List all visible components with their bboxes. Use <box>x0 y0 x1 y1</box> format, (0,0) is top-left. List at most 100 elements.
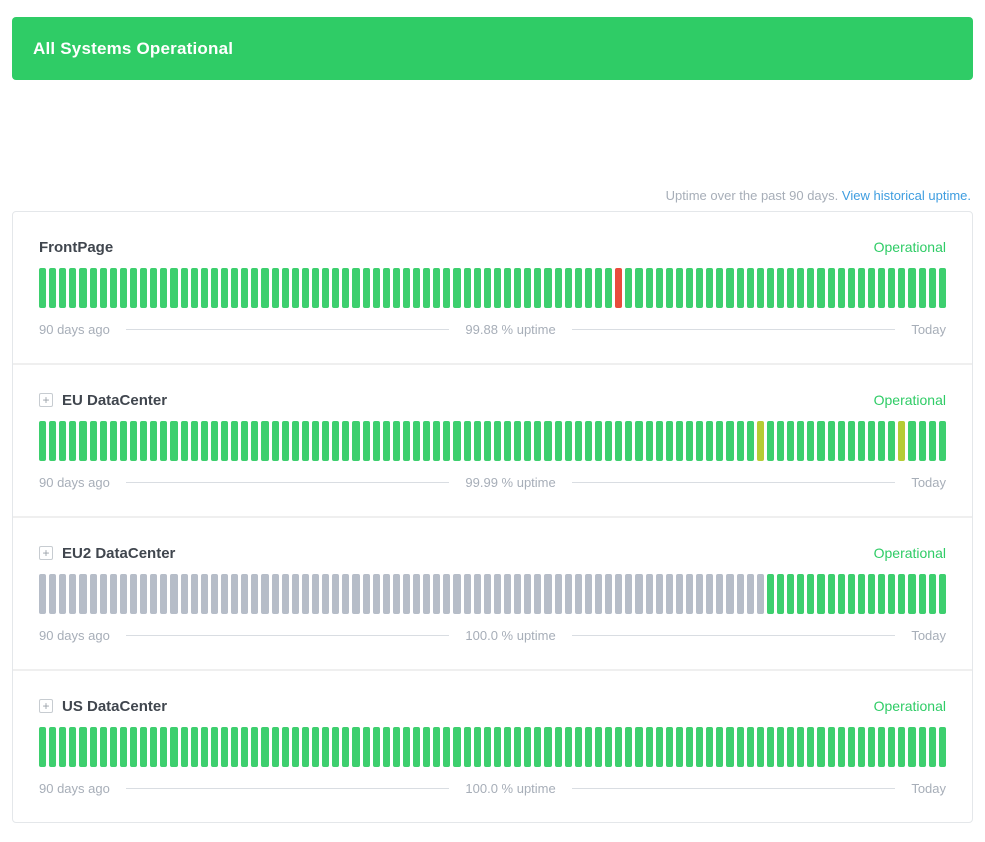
uptime-bar[interactable] <box>888 268 895 308</box>
uptime-bar[interactable] <box>251 727 258 767</box>
uptime-bar[interactable] <box>464 574 471 614</box>
uptime-bar[interactable] <box>191 574 198 614</box>
uptime-bar[interactable] <box>737 727 744 767</box>
uptime-bar[interactable] <box>191 727 198 767</box>
uptime-bar[interactable] <box>585 268 592 308</box>
uptime-bar[interactable] <box>302 268 309 308</box>
uptime-bar[interactable] <box>413 574 420 614</box>
uptime-bar[interactable] <box>534 268 541 308</box>
uptime-bar[interactable] <box>817 727 824 767</box>
uptime-bar[interactable] <box>726 727 733 767</box>
uptime-bar[interactable] <box>747 574 754 614</box>
uptime-bar[interactable] <box>251 574 258 614</box>
uptime-bar[interactable] <box>888 727 895 767</box>
uptime-bar[interactable] <box>494 268 501 308</box>
uptime-bar[interactable] <box>696 421 703 461</box>
uptime-bar[interactable] <box>231 421 238 461</box>
uptime-bar[interactable] <box>878 727 885 767</box>
uptime-bar[interactable] <box>838 574 845 614</box>
uptime-bar[interactable] <box>59 574 66 614</box>
uptime-bar[interactable] <box>100 268 107 308</box>
uptime-bar[interactable] <box>433 727 440 767</box>
uptime-bar[interactable] <box>191 268 198 308</box>
uptime-bar[interactable] <box>605 574 612 614</box>
uptime-bar[interactable] <box>292 421 299 461</box>
uptime-bar[interactable] <box>90 727 97 767</box>
uptime-bar[interactable] <box>474 421 481 461</box>
uptime-bar[interactable] <box>484 574 491 614</box>
uptime-bar[interactable] <box>787 574 794 614</box>
uptime-bar[interactable] <box>120 727 127 767</box>
uptime-bar[interactable] <box>464 268 471 308</box>
uptime-bar[interactable] <box>868 268 875 308</box>
uptime-bar[interactable] <box>615 268 622 308</box>
uptime-bar[interactable] <box>716 574 723 614</box>
uptime-bar[interactable] <box>747 268 754 308</box>
uptime-bar[interactable] <box>332 421 339 461</box>
uptime-bar[interactable] <box>272 421 279 461</box>
uptime-bar[interactable] <box>474 574 481 614</box>
uptime-bar[interactable] <box>211 268 218 308</box>
uptime-bar[interactable] <box>656 574 663 614</box>
uptime-bar[interactable] <box>646 421 653 461</box>
uptime-bar[interactable] <box>757 727 764 767</box>
uptime-bar[interactable] <box>443 421 450 461</box>
uptime-bar[interactable] <box>322 574 329 614</box>
uptime-bar[interactable] <box>140 268 147 308</box>
uptime-bar[interactable] <box>393 268 400 308</box>
uptime-bar[interactable] <box>241 421 248 461</box>
uptime-bar[interactable] <box>686 421 693 461</box>
uptime-bar[interactable] <box>383 727 390 767</box>
uptime-bar[interactable] <box>828 268 835 308</box>
uptime-bar[interactable] <box>919 421 926 461</box>
uptime-bar[interactable] <box>90 421 97 461</box>
uptime-bar[interactable] <box>555 727 562 767</box>
uptime-bar[interactable] <box>656 268 663 308</box>
uptime-bar[interactable] <box>544 268 551 308</box>
uptime-bar[interactable] <box>443 268 450 308</box>
uptime-bar[interactable] <box>797 268 804 308</box>
uptime-bar[interactable] <box>332 574 339 614</box>
uptime-bar[interactable] <box>737 268 744 308</box>
uptime-bar[interactable] <box>494 727 501 767</box>
uptime-bar[interactable] <box>49 727 56 767</box>
uptime-bar[interactable] <box>625 421 632 461</box>
uptime-bar[interactable] <box>383 574 390 614</box>
uptime-bar[interactable] <box>312 574 319 614</box>
uptime-bar[interactable] <box>635 421 642 461</box>
uptime-bar[interactable] <box>373 268 380 308</box>
uptime-bar[interactable] <box>272 727 279 767</box>
uptime-bar[interactable] <box>403 421 410 461</box>
uptime-bar[interactable] <box>140 574 147 614</box>
uptime-bar[interactable] <box>342 421 349 461</box>
uptime-bar[interactable] <box>433 574 440 614</box>
uptime-bar[interactable] <box>908 727 915 767</box>
uptime-bar[interactable] <box>585 727 592 767</box>
uptime-bar[interactable] <box>403 268 410 308</box>
uptime-bar[interactable] <box>878 421 885 461</box>
uptime-bar[interactable] <box>565 727 572 767</box>
uptime-bar[interactable] <box>332 727 339 767</box>
uptime-bar[interactable] <box>787 268 794 308</box>
uptime-bar[interactable] <box>39 574 46 614</box>
uptime-bar[interactable] <box>555 421 562 461</box>
uptime-bar[interactable] <box>453 421 460 461</box>
uptime-bar[interactable] <box>696 727 703 767</box>
uptime-bar[interactable] <box>858 727 865 767</box>
uptime-bar[interactable] <box>676 268 683 308</box>
uptime-bar[interactable] <box>797 727 804 767</box>
uptime-bar[interactable] <box>939 421 946 461</box>
uptime-bar[interactable] <box>908 574 915 614</box>
uptime-bar[interactable] <box>666 421 673 461</box>
uptime-bar[interactable] <box>777 574 784 614</box>
uptime-bar[interactable] <box>676 574 683 614</box>
uptime-bar[interactable] <box>49 574 56 614</box>
uptime-bar[interactable] <box>878 574 885 614</box>
uptime-bar[interactable] <box>555 574 562 614</box>
uptime-bar[interactable] <box>828 574 835 614</box>
uptime-bar[interactable] <box>524 574 531 614</box>
uptime-bar[interactable] <box>150 268 157 308</box>
uptime-bar[interactable] <box>686 574 693 614</box>
uptime-bar[interactable] <box>39 268 46 308</box>
uptime-bar[interactable] <box>716 421 723 461</box>
